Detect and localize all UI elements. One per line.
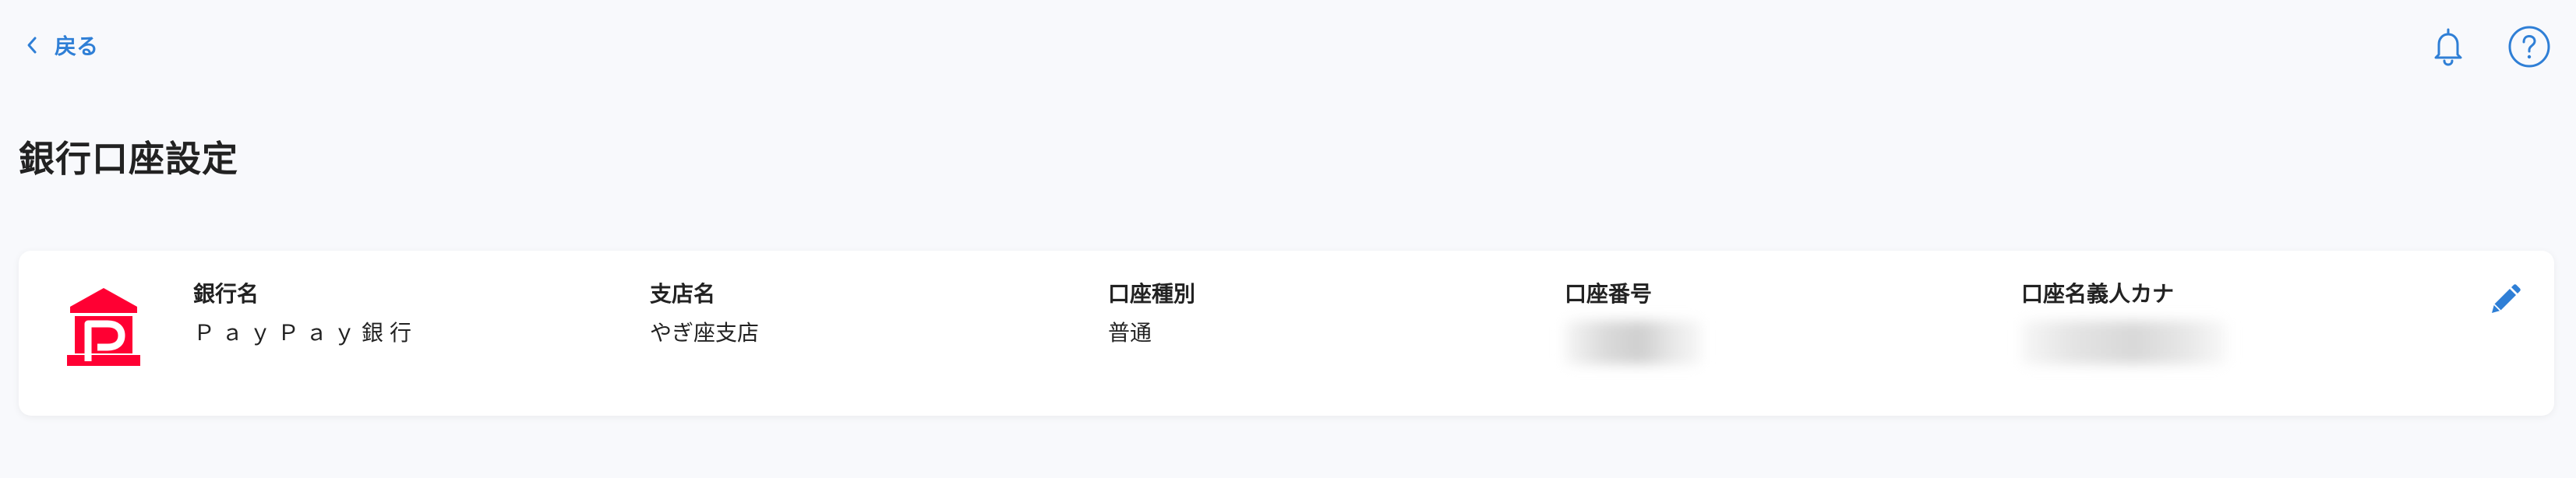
branch-name-label: 支店名 — [650, 281, 716, 307]
account-holder-redacted — [2021, 321, 2227, 364]
help-icon — [2506, 23, 2553, 70]
account-holder-label: 口座名義人カナ — [2021, 281, 2175, 307]
bell-icon — [2425, 23, 2472, 70]
bank-name-label: 銀行名 — [193, 281, 259, 307]
account-type-label: 口座種別 — [1108, 281, 1196, 307]
branch-name-value: やぎ座支店 — [650, 320, 760, 346]
page-title: 銀行口座設定 — [19, 138, 238, 180]
bank-name-field: 銀行名 ＰａｙＰａｙ銀行 — [193, 279, 418, 349]
top-bar: 戻る — [0, 0, 2576, 93]
chevron-left-icon — [26, 36, 37, 54]
branch-name-field: 支店名 やぎ座支店 — [650, 279, 759, 349]
account-type-field: 口座種別 普通 — [1108, 279, 1195, 349]
account-number-field: 口座番号 — [1565, 279, 1702, 364]
account-number-label: 口座番号 — [1565, 281, 1653, 307]
account-type-value: 普通 — [1108, 320, 1152, 346]
help-button[interactable] — [2506, 23, 2553, 70]
back-label: 戻る — [55, 33, 99, 59]
account-holder-field: 口座名義人カナ — [2021, 279, 2227, 364]
pencil-icon — [2486, 282, 2523, 319]
account-number-redacted — [1565, 321, 1702, 364]
edit-bank-account-button[interactable] — [2486, 282, 2523, 319]
bank-name-value: ＰａｙＰａｙ銀行 — [193, 320, 418, 346]
bank-account-card: 銀行名 ＰａｙＰａｙ銀行 支店名 やぎ座支店 口座種別 普通 口座番号 口座名義… — [19, 251, 2554, 416]
back-button[interactable]: 戻る — [26, 30, 98, 61]
paypay-bank-logo — [62, 286, 145, 369]
notifications-button[interactable] — [2425, 23, 2472, 70]
